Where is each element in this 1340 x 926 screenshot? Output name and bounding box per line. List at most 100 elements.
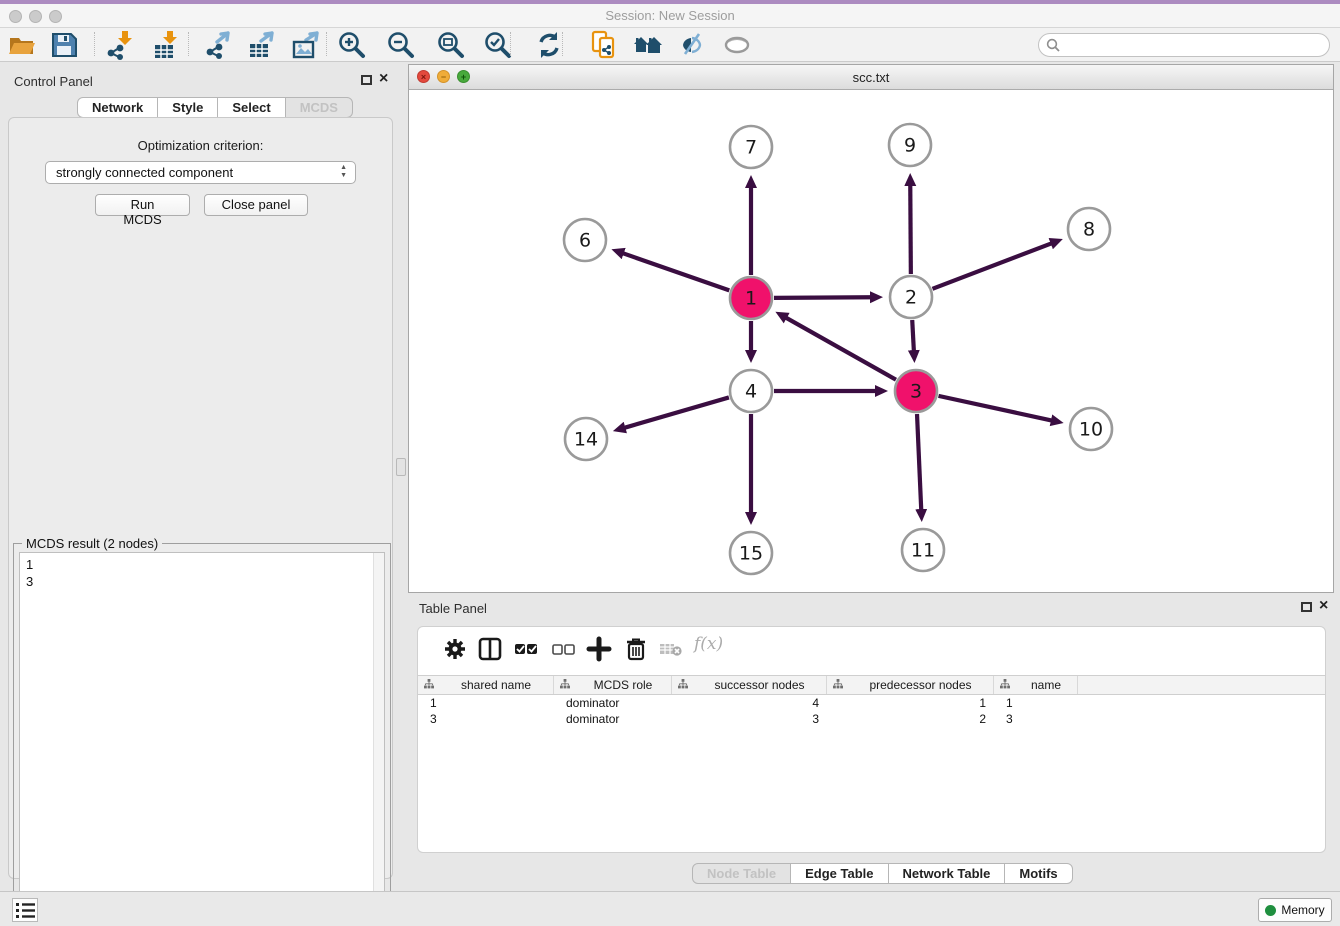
table-cell[interactable]: dominator [554, 711, 672, 727]
main-toolbar [0, 28, 1340, 62]
show-panel-eye-icon[interactable] [722, 30, 752, 60]
table-cell[interactable]: dominator [554, 695, 672, 711]
mcds-result-textarea[interactable]: 1 3 [19, 552, 385, 914]
svg-text:2: 2 [905, 287, 917, 309]
show-columns-icon[interactable] [477, 636, 503, 662]
add-row-icon[interactable] [586, 636, 612, 662]
memory-button[interactable]: Memory [1258, 898, 1332, 922]
graph-edge-2-3[interactable] [912, 320, 914, 351]
float-panel-icon[interactable] [361, 75, 372, 85]
criterion-dropdown[interactable]: strongly connected component ▲▼ [45, 161, 356, 184]
graph-node-2[interactable]: 2 [890, 276, 932, 318]
tab-node-table[interactable]: Node Table [692, 863, 791, 884]
tab-select[interactable]: Select [217, 97, 285, 118]
graph-node-6[interactable]: 6 [564, 219, 606, 261]
import-table-icon[interactable] [150, 30, 180, 60]
titlebar: Session: New Session [0, 4, 1340, 28]
graph-node-11[interactable]: 11 [902, 529, 944, 571]
table-cell[interactable]: 3 [672, 711, 827, 727]
vertical-splitter-handle[interactable] [396, 458, 406, 476]
column-header-MCDS-role[interactable]: MCDS role [554, 676, 672, 694]
graph-edge-3-11[interactable] [917, 414, 921, 510]
table-settings-icon[interactable] [442, 636, 468, 662]
home-icon[interactable] [633, 30, 663, 60]
svg-text:10: 10 [1079, 419, 1103, 441]
table-cell[interactable]: 3 [418, 711, 554, 727]
column-header-name[interactable]: name [994, 676, 1078, 694]
open-session-icon[interactable] [7, 30, 37, 60]
tree-icon [560, 678, 570, 692]
table-cell[interactable]: 1 [994, 695, 1078, 711]
svg-text:6: 6 [579, 230, 591, 252]
column-header-shared-name[interactable]: shared name [418, 676, 554, 694]
close-panel-button[interactable]: Close panel [204, 194, 308, 216]
zoom-in-icon[interactable] [337, 30, 367, 60]
zoom-out-icon[interactable] [386, 30, 416, 60]
graph-node-4[interactable]: 4 [730, 370, 772, 412]
table-cell[interactable]: 1 [827, 695, 994, 711]
tab-network[interactable]: Network [77, 97, 158, 118]
graph-node-3[interactable]: 3 [895, 370, 937, 412]
graph-edge-3-1[interactable] [786, 318, 896, 380]
tab-network-table[interactable]: Network Table [888, 863, 1006, 884]
hide-panel-eye-icon[interactable] [677, 30, 707, 60]
graph-edge-2-8[interactable] [932, 243, 1051, 289]
search-input[interactable] [1038, 33, 1330, 57]
function-builder-icon[interactable]: f(x) [694, 634, 720, 660]
search-field-wrap [1038, 33, 1330, 57]
graph-node-14[interactable]: 14 [565, 418, 607, 460]
network-window-titlebar[interactable]: × − + scc.txt [409, 65, 1333, 90]
delete-table-icon[interactable] [658, 636, 684, 662]
delete-row-icon[interactable] [623, 636, 649, 662]
export-network-icon[interactable] [204, 30, 234, 60]
zoom-selected-icon[interactable] [483, 30, 513, 60]
mcds-result-scrollbar[interactable] [373, 553, 384, 913]
graph-edge-2-9[interactable] [910, 185, 911, 274]
zoom-fit-icon[interactable] [436, 30, 466, 60]
close-panel-icon[interactable]: × [379, 73, 388, 85]
graph-node-15[interactable]: 15 [730, 532, 772, 574]
svg-text:15: 15 [739, 543, 763, 565]
refresh-icon[interactable] [534, 30, 564, 60]
table-panel-title: Table Panel [419, 601, 487, 616]
tab-edge-table[interactable]: Edge Table [790, 863, 888, 884]
clone-network-icon[interactable] [589, 30, 619, 60]
select-all-icon[interactable] [514, 636, 540, 662]
graph-edge-1-6[interactable] [623, 253, 730, 290]
window-title: Session: New Session [0, 8, 1340, 23]
import-network-icon[interactable] [105, 30, 135, 60]
close-panel-icon[interactable]: × [1319, 600, 1328, 612]
graph-node-10[interactable]: 10 [1070, 408, 1112, 450]
tab-style[interactable]: Style [157, 97, 218, 118]
graph-node-9[interactable]: 9 [889, 124, 931, 166]
table-cell[interactable]: 1 [418, 695, 554, 711]
graph-edge-3-10[interactable] [938, 396, 1051, 421]
graph-edge-1-2[interactable] [774, 297, 871, 298]
float-panel-icon[interactable] [1301, 602, 1312, 612]
save-session-icon[interactable] [49, 30, 79, 60]
task-history-list-icon[interactable] [12, 898, 38, 922]
search-icon [1046, 38, 1060, 52]
table-cell[interactable]: 4 [672, 695, 827, 711]
node-table-rows: 1dominator4113dominator323 [418, 695, 1325, 727]
toolbar-separator [326, 32, 327, 56]
control-panel-tabs: NetworkStyleSelectMCDS [77, 97, 353, 118]
table-row[interactable]: 3dominator323 [418, 711, 1325, 727]
tab-mcds[interactable]: MCDS [285, 97, 353, 118]
table-cell[interactable]: 2 [827, 711, 994, 727]
graph-node-8[interactable]: 8 [1068, 208, 1110, 250]
run-mcds-button[interactable]: Run MCDS [95, 194, 190, 216]
tab-motifs[interactable]: Motifs [1004, 863, 1072, 884]
column-header-predecessor-nodes[interactable]: predecessor nodes [827, 676, 994, 694]
column-header-successor-nodes[interactable]: successor nodes [672, 676, 827, 694]
graph-node-1[interactable]: 1 [730, 277, 772, 319]
svg-text:3: 3 [910, 381, 922, 403]
export-image-icon[interactable] [290, 30, 320, 60]
deselect-all-icon[interactable] [551, 636, 577, 662]
graph-node-7[interactable]: 7 [730, 126, 772, 168]
export-table-icon[interactable] [246, 30, 276, 60]
network-graph-canvas[interactable]: 7 9 6 8 1 2 4 3 14 10 15 11 [409, 90, 1333, 592]
graph-edge-4-14[interactable] [624, 397, 729, 427]
table-cell[interactable]: 3 [994, 711, 1078, 727]
table-row[interactable]: 1dominator411 [418, 695, 1325, 711]
